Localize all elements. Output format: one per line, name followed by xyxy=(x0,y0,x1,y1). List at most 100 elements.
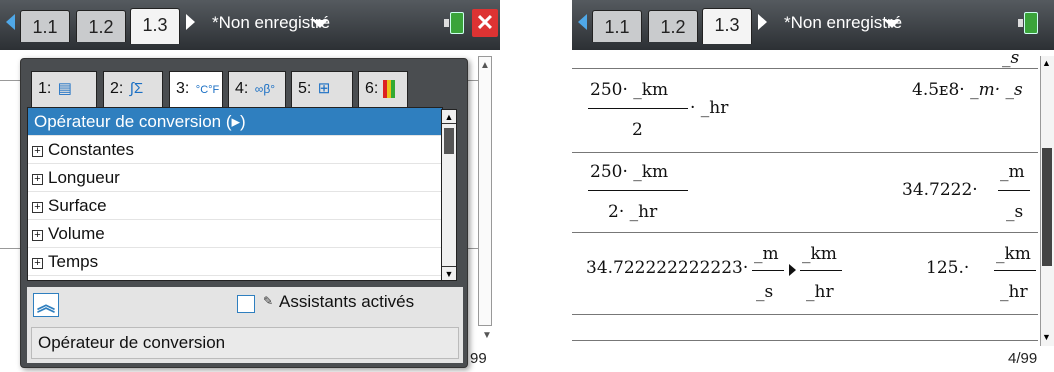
document-menu-chevron-icon[interactable] xyxy=(312,20,328,28)
row1-tail[interactable]: · _hr xyxy=(690,98,728,118)
divider xyxy=(0,80,20,81)
partial-unit: _s xyxy=(1002,48,1020,68)
list-item-conversion-operator[interactable]: Opérateur de conversion (▸) xyxy=(28,108,442,136)
divider xyxy=(0,248,20,249)
row3-unit1-den: _s xyxy=(756,282,774,302)
row3-unit2-num: _km xyxy=(802,244,837,264)
fraction-bar xyxy=(752,270,784,271)
catalog-tab-2[interactable]: 2: ∫Σ xyxy=(103,71,163,107)
catalog-book-icon: ▤ xyxy=(57,80,72,97)
close-icon[interactable]: ✕ xyxy=(472,9,498,37)
document-menu-chevron-icon[interactable] xyxy=(884,20,900,28)
page-indicator: 4/99 xyxy=(1008,350,1038,367)
next-page-arrow-icon[interactable] xyxy=(186,14,195,30)
fraction-bar xyxy=(800,270,842,271)
catalog-tab-6[interactable]: 6: xyxy=(358,71,408,107)
expand-icon[interactable]: + xyxy=(32,258,43,269)
catalog-tab-1[interactable]: 1: ▤ xyxy=(31,71,97,107)
row2-denominator[interactable]: 2· _hr xyxy=(608,202,657,222)
title-bar: 1.1 1.2 1.3 *Non enregistré xyxy=(572,0,1054,50)
list-item-label: Longueur xyxy=(48,168,120,187)
scroll-thumb[interactable] xyxy=(1042,148,1052,266)
row2-result-value[interactable]: 34.7222· xyxy=(902,180,978,200)
row1-result[interactable]: 4.5ᴇ8· _m· _s xyxy=(912,80,1023,100)
list-item-constants[interactable]: + Constantes xyxy=(28,136,442,164)
help-description: Opérateur de conversion xyxy=(31,327,459,359)
symbols-icon: ∞β° xyxy=(254,82,276,96)
previous-page-arrow-icon[interactable] xyxy=(578,14,587,30)
scroll-up-icon[interactable]: ▲ xyxy=(480,60,490,71)
scroll-up-icon[interactable]: ▲ xyxy=(1042,58,1051,68)
catalog-list: Opérateur de conversion (▸) + Constantes … xyxy=(27,107,443,281)
scroll-up-icon[interactable]: ▲ xyxy=(442,110,456,124)
previous-page-arrow-icon[interactable] xyxy=(6,14,15,30)
divider xyxy=(468,80,478,81)
templates-icon: ⊞ xyxy=(317,80,331,97)
row2-result-unit-num: _m xyxy=(1000,162,1025,182)
units-icon: °C°F xyxy=(195,84,220,96)
expand-icon[interactable]: + xyxy=(32,230,43,241)
list-scrollbar[interactable]: ▲ ▼ xyxy=(441,109,457,281)
row-divider xyxy=(572,232,1038,233)
row-divider xyxy=(572,68,1038,69)
tab-number: 2: xyxy=(110,80,124,97)
row3-result-unit-den: _hr xyxy=(1000,282,1028,302)
catalog-tab-4[interactable]: 4: ∞β° xyxy=(228,71,286,107)
row1-denominator[interactable]: 2 xyxy=(632,120,643,140)
scrollbar[interactable] xyxy=(478,56,492,326)
list-item-length[interactable]: + Longueur xyxy=(28,164,442,192)
list-item-label: Temps xyxy=(48,252,99,271)
row3-prefix[interactable]: 34.722222222223· xyxy=(586,258,748,278)
tab-page-1-2[interactable]: 1.2 xyxy=(648,10,698,42)
tab-page-1-1[interactable]: 1.1 xyxy=(592,10,642,42)
row2-numerator[interactable]: 250· _km xyxy=(590,162,668,182)
scroll-thumb[interactable] xyxy=(444,128,454,154)
catalog-tab-5[interactable]: 5: ⊞ xyxy=(291,71,353,107)
row3-result-value[interactable]: 125.· xyxy=(926,258,969,278)
list-item-label: Constantes xyxy=(48,140,134,159)
list-item-time[interactable]: + Temps xyxy=(28,248,442,276)
list-item-volume[interactable]: + Volume xyxy=(28,220,442,248)
result-unit: _m· _s xyxy=(970,80,1023,100)
fraction-bar xyxy=(588,190,688,191)
fraction-bar xyxy=(588,108,688,109)
fraction-bar xyxy=(998,190,1030,191)
tab-number: 3: xyxy=(176,80,190,97)
list-item-area[interactable]: + Surface xyxy=(28,192,442,220)
expand-icon[interactable]: + xyxy=(32,202,43,213)
row3-result-unit-num: _km xyxy=(996,244,1031,264)
row2-result-unit-den: _s xyxy=(1006,202,1024,222)
scroll-down-icon[interactable]: ▼ xyxy=(482,330,492,341)
wizards-checkbox[interactable] xyxy=(237,295,255,313)
tab-page-1-2[interactable]: 1.2 xyxy=(76,10,126,42)
tab-page-1-3[interactable]: 1.3 xyxy=(130,8,180,44)
expand-icon[interactable]: + xyxy=(32,146,43,157)
catalog-dialog: 1: ▤ 2: ∫Σ 3: °C°F 4: ∞β° 5: ⊞ 6: Opérat… xyxy=(20,58,468,368)
tab-number: 5: xyxy=(298,80,312,97)
scroll-down-icon[interactable]: ▼ xyxy=(442,266,456,280)
tab-number: 6: xyxy=(365,80,379,97)
result-value: 4.5ᴇ8· xyxy=(912,80,971,100)
catalog-tab-3[interactable]: 3: °C°F xyxy=(169,71,223,107)
fraction-bar xyxy=(994,270,1036,271)
list-item-label: Surface xyxy=(48,196,107,215)
row-divider xyxy=(572,152,1038,153)
scroll-down-icon[interactable]: ▼ xyxy=(1042,332,1051,342)
wizard-wand-icon: ✎ xyxy=(263,294,274,308)
row3-unit2-den: _hr xyxy=(806,282,834,302)
left-calculator-screen: 1.1 1.2 1.3 *Non enregistré ✕ ▲ ▼ 99 1: … xyxy=(0,0,500,372)
tab-number: 4: xyxy=(235,80,249,97)
tab-page-1-3[interactable]: 1.3 xyxy=(702,8,752,44)
title-bar: 1.1 1.2 1.3 *Non enregistré ✕ xyxy=(0,0,500,50)
expand-icon[interactable]: + xyxy=(32,174,43,185)
battery-icon xyxy=(444,10,470,36)
row1-numerator[interactable]: 250· _km xyxy=(590,80,668,100)
tab-page-1-1[interactable]: 1.1 xyxy=(20,10,70,42)
wizards-label: Assistants activés xyxy=(279,292,415,311)
right-calculator-screen: 1.1 1.2 1.3 *Non enregistré ▲ ▼ _s 250· … xyxy=(572,0,1054,372)
catalog-footer: ︽ ✎ Assistants activés Opérateur de conv… xyxy=(27,287,463,363)
collapse-chevron-icon[interactable]: ︽ xyxy=(33,293,59,317)
next-page-arrow-icon[interactable] xyxy=(758,14,767,30)
entry-line-divider xyxy=(572,340,1038,341)
row-divider xyxy=(572,314,1038,315)
